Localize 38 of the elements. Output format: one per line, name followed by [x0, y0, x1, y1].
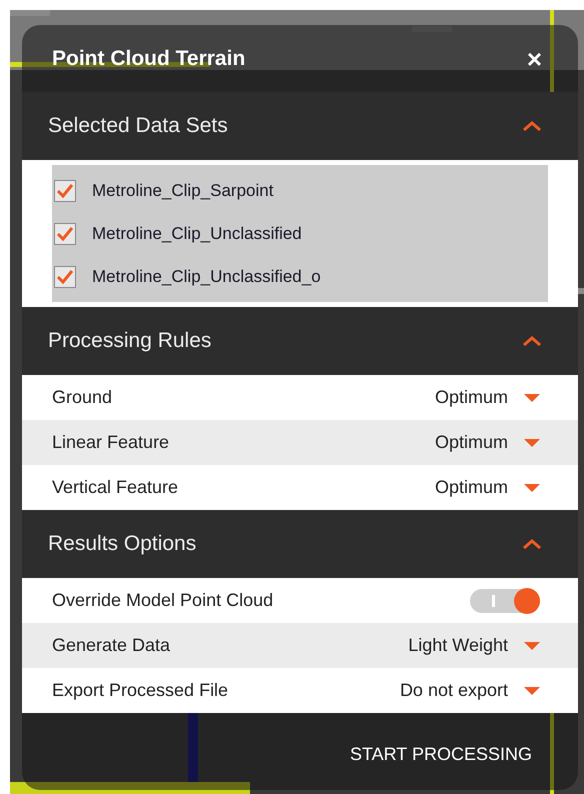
section-title: Selected Data Sets [48, 113, 228, 140]
dropdown-value[interactable]: Do not export [400, 677, 508, 704]
data-set-label: Metroline_Clip_Unclassified [92, 222, 302, 245]
chevron-up-icon[interactable] [522, 120, 542, 132]
checkbox[interactable] [54, 180, 76, 202]
option-label: Vertical Feature [52, 476, 178, 499]
caret-icon[interactable] [524, 438, 540, 448]
option-label: Export Processed File [52, 679, 228, 702]
dropdown-value[interactable]: Optimum [434, 474, 508, 501]
section-header[interactable]: Selected Data Sets [22, 92, 578, 160]
caret-icon[interactable] [524, 686, 540, 696]
close-button[interactable]: × [526, 46, 542, 72]
check-icon [56, 226, 74, 242]
check-icon [56, 182, 74, 198]
chevron-up-icon[interactable] [522, 335, 542, 347]
section-title: Results Options [48, 531, 196, 558]
toggle-switch[interactable] [470, 588, 540, 612]
data-set-label: Metroline_Clip_Unclassified_o [92, 266, 321, 288]
checkbox[interactable] [54, 222, 76, 244]
option-label: Linear Feature [52, 431, 170, 454]
section-header[interactable]: Processing Rules [22, 307, 578, 375]
data-set-label: Metroline_Clip_Sarpoint [92, 180, 274, 202]
check-icon [56, 268, 74, 284]
caret-icon[interactable] [524, 392, 540, 402]
caret-icon[interactable] [524, 640, 540, 650]
start-processing-button[interactable]: START PROCESSING [348, 741, 534, 768]
dropdown-value[interactable]: Optimum [434, 384, 508, 411]
chevron-up-icon[interactable] [522, 538, 542, 550]
window-title: Point Cloud Terrain [52, 46, 246, 72]
caret-icon[interactable] [524, 482, 540, 492]
dropdown-value[interactable]: Light Weight [408, 632, 508, 659]
checkbox[interactable] [54, 266, 76, 288]
option-label: Ground [52, 386, 112, 409]
dropdown-value[interactable]: Optimum [434, 429, 508, 456]
section-title: Processing Rules [48, 328, 212, 354]
option-label: Override Model Point Cloud [52, 589, 274, 612]
section-header[interactable]: Results Options [22, 510, 578, 578]
option-label: Generate Data [52, 634, 170, 657]
